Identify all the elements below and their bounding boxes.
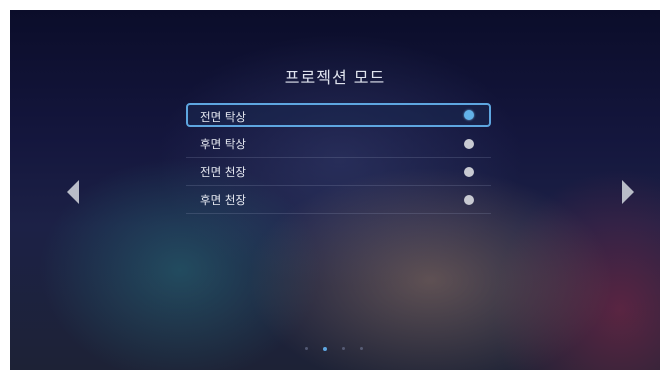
prev-page-arrow-icon[interactable] bbox=[67, 180, 79, 204]
page-dot-1 bbox=[305, 347, 308, 350]
page-dot-4 bbox=[360, 347, 363, 350]
radio-unselected-icon[interactable] bbox=[464, 139, 474, 149]
menu-item-label: 전면 탁상 bbox=[200, 110, 246, 124]
page-title: 프로젝션 모드 bbox=[284, 68, 386, 87]
menu-item-front-table[interactable]: 전면 탁상 bbox=[186, 103, 491, 127]
projector-screen: 프로젝션 모드 전면 탁상 후면 탁상 전면 천장 후면 천장 bbox=[10, 10, 660, 370]
radio-unselected-icon[interactable] bbox=[464, 195, 474, 205]
page-dot-3 bbox=[342, 347, 345, 350]
page-dot-2-active bbox=[323, 346, 327, 351]
radio-unselected-icon[interactable] bbox=[464, 167, 474, 177]
next-page-arrow-icon[interactable] bbox=[622, 180, 634, 204]
menu-item-label: 전면 천장 bbox=[200, 165, 246, 179]
menu-item-label: 후면 탁상 bbox=[200, 137, 246, 151]
page-indicator bbox=[305, 346, 363, 351]
menu-item-rear-ceiling[interactable]: 후면 천장 bbox=[186, 186, 491, 214]
menu-item-label: 후면 천장 bbox=[200, 193, 246, 207]
menu-item-rear-table[interactable]: 후면 탁상 bbox=[186, 130, 491, 158]
projection-mode-menu: 전면 탁상 후면 탁상 전면 천장 후면 천장 bbox=[186, 101, 491, 214]
radio-selected-icon[interactable] bbox=[464, 110, 474, 120]
menu-item-front-ceiling[interactable]: 전면 천장 bbox=[186, 158, 491, 186]
